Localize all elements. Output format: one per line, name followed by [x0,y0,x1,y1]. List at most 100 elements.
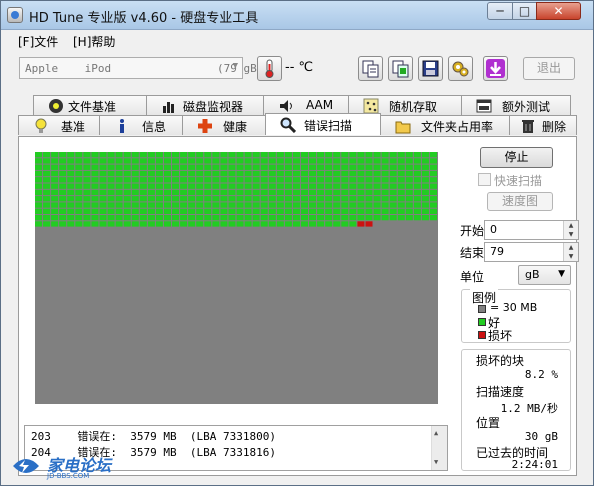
scan-block [115,359,123,366]
speed-map-button[interactable]: 速度图 [487,192,553,211]
spin-arrows-icon[interactable]: ▲ ▼ [563,221,578,239]
scan-block [421,378,429,385]
tab-file-benchmark[interactable]: 文件基准 [33,95,147,115]
scan-block [260,334,268,340]
scan-block [131,284,139,290]
copy-screenshot-button[interactable] [388,56,413,81]
scan-block [155,240,163,246]
scan-block [300,341,309,347]
scan-block [292,278,300,284]
scan-block [244,328,252,334]
scan-block [325,202,333,208]
scan-block [204,328,212,334]
menu-help[interactable]: [H]帮助 [73,33,115,50]
scan-block [236,189,244,196]
scroll-down-icon[interactable]: ▼ [434,458,438,466]
scan-block [155,328,163,334]
scroll-up-icon[interactable]: ▲ [434,429,438,437]
tab-delete[interactable]: 删除 [509,115,577,135]
scan-block [236,183,244,189]
maximize-button[interactable]: □ [512,2,537,20]
scan-block [212,378,220,385]
device-select[interactable]: Apple iPod (79 gB) ▼ [19,57,263,79]
scan-block [99,397,107,403]
tab-disk-monitor[interactable]: 磁盘监视器 [146,95,264,115]
scan-block [99,152,107,158]
tab-random-access[interactable]: 随机存取 [348,95,462,115]
scan-block [268,334,276,340]
save-button[interactable] [418,56,443,81]
close-button[interactable]: ✕ [536,2,581,20]
thermometer-button[interactable] [257,56,282,81]
scan-block [172,202,180,208]
scan-block [155,252,163,259]
scan-block [155,290,163,296]
scan-block [172,164,180,170]
quick-scan-checkbox[interactable] [478,173,491,186]
scan-block [163,347,172,353]
scan-block [220,372,228,378]
scan-block [349,227,357,233]
spin-arrows-icon[interactable]: ▲ ▼ [563,243,578,261]
scan-block [421,322,429,328]
scan-block [333,252,341,259]
end-input[interactable]: 79 ▲ ▼ [484,242,579,262]
scan-block [123,233,131,240]
scan-block [220,397,228,403]
scan-block [51,391,59,397]
scan-block [292,397,300,403]
scan-block [397,347,405,353]
scan-block [155,372,163,378]
scan-block [83,164,91,170]
scan-block [123,215,131,221]
download-button[interactable] [483,56,508,81]
scan-block [357,259,365,265]
scan-block [381,353,389,359]
scan-block [220,221,228,227]
scan-block [333,296,341,303]
scan-block [188,158,196,164]
scan-block [67,152,75,158]
scan-block [365,271,373,277]
scan-block [405,359,413,366]
scan-block [43,240,51,246]
copy-text-button[interactable] [358,56,383,81]
options-button[interactable] [448,56,473,81]
tab-info[interactable]: 信息 [99,115,183,135]
start-input[interactable]: 0 ▲ ▼ [484,220,579,240]
scan-block [317,315,325,322]
scan-block [188,296,196,303]
scan-block [83,177,91,183]
scan-block [59,341,67,347]
scan-block [204,183,212,189]
scan-block [83,378,91,385]
scan-block [341,385,349,391]
tab-benchmark[interactable]: 基准 [18,115,100,135]
scan-block [325,334,333,340]
stop-button[interactable]: 停止 [480,147,553,168]
scan-block [397,265,405,271]
scan-block [83,391,91,397]
scan-block [83,170,91,177]
scan-block [212,252,220,259]
tab-extra-tests[interactable]: 额外测试 [461,95,571,115]
watermark-logo-icon [13,459,39,473]
menu-file[interactable]: [F]文件 [18,33,58,50]
log-scrollbar[interactable]: ▲ ▼ [431,426,447,470]
tab-aam[interactable]: AAM [263,95,349,115]
scan-block [236,177,244,183]
scan-block [397,152,405,158]
trash-icon [522,120,534,133]
unit-select[interactable]: gB ▼ [518,265,571,285]
minimize-button[interactable]: ─ [487,2,513,20]
tab-folder-usage[interactable]: 文件夹占用率 [380,115,510,135]
tab-error-scan[interactable]: 错误扫描 [265,113,381,135]
scan-block [292,347,300,353]
exit-button[interactable]: 退出 [523,57,575,80]
scan-block [252,215,260,221]
tab-health[interactable]: 健康 [182,115,266,135]
scan-block [349,215,357,221]
scan-block [163,278,172,284]
scan-block [139,177,147,183]
scan-block [196,221,204,227]
